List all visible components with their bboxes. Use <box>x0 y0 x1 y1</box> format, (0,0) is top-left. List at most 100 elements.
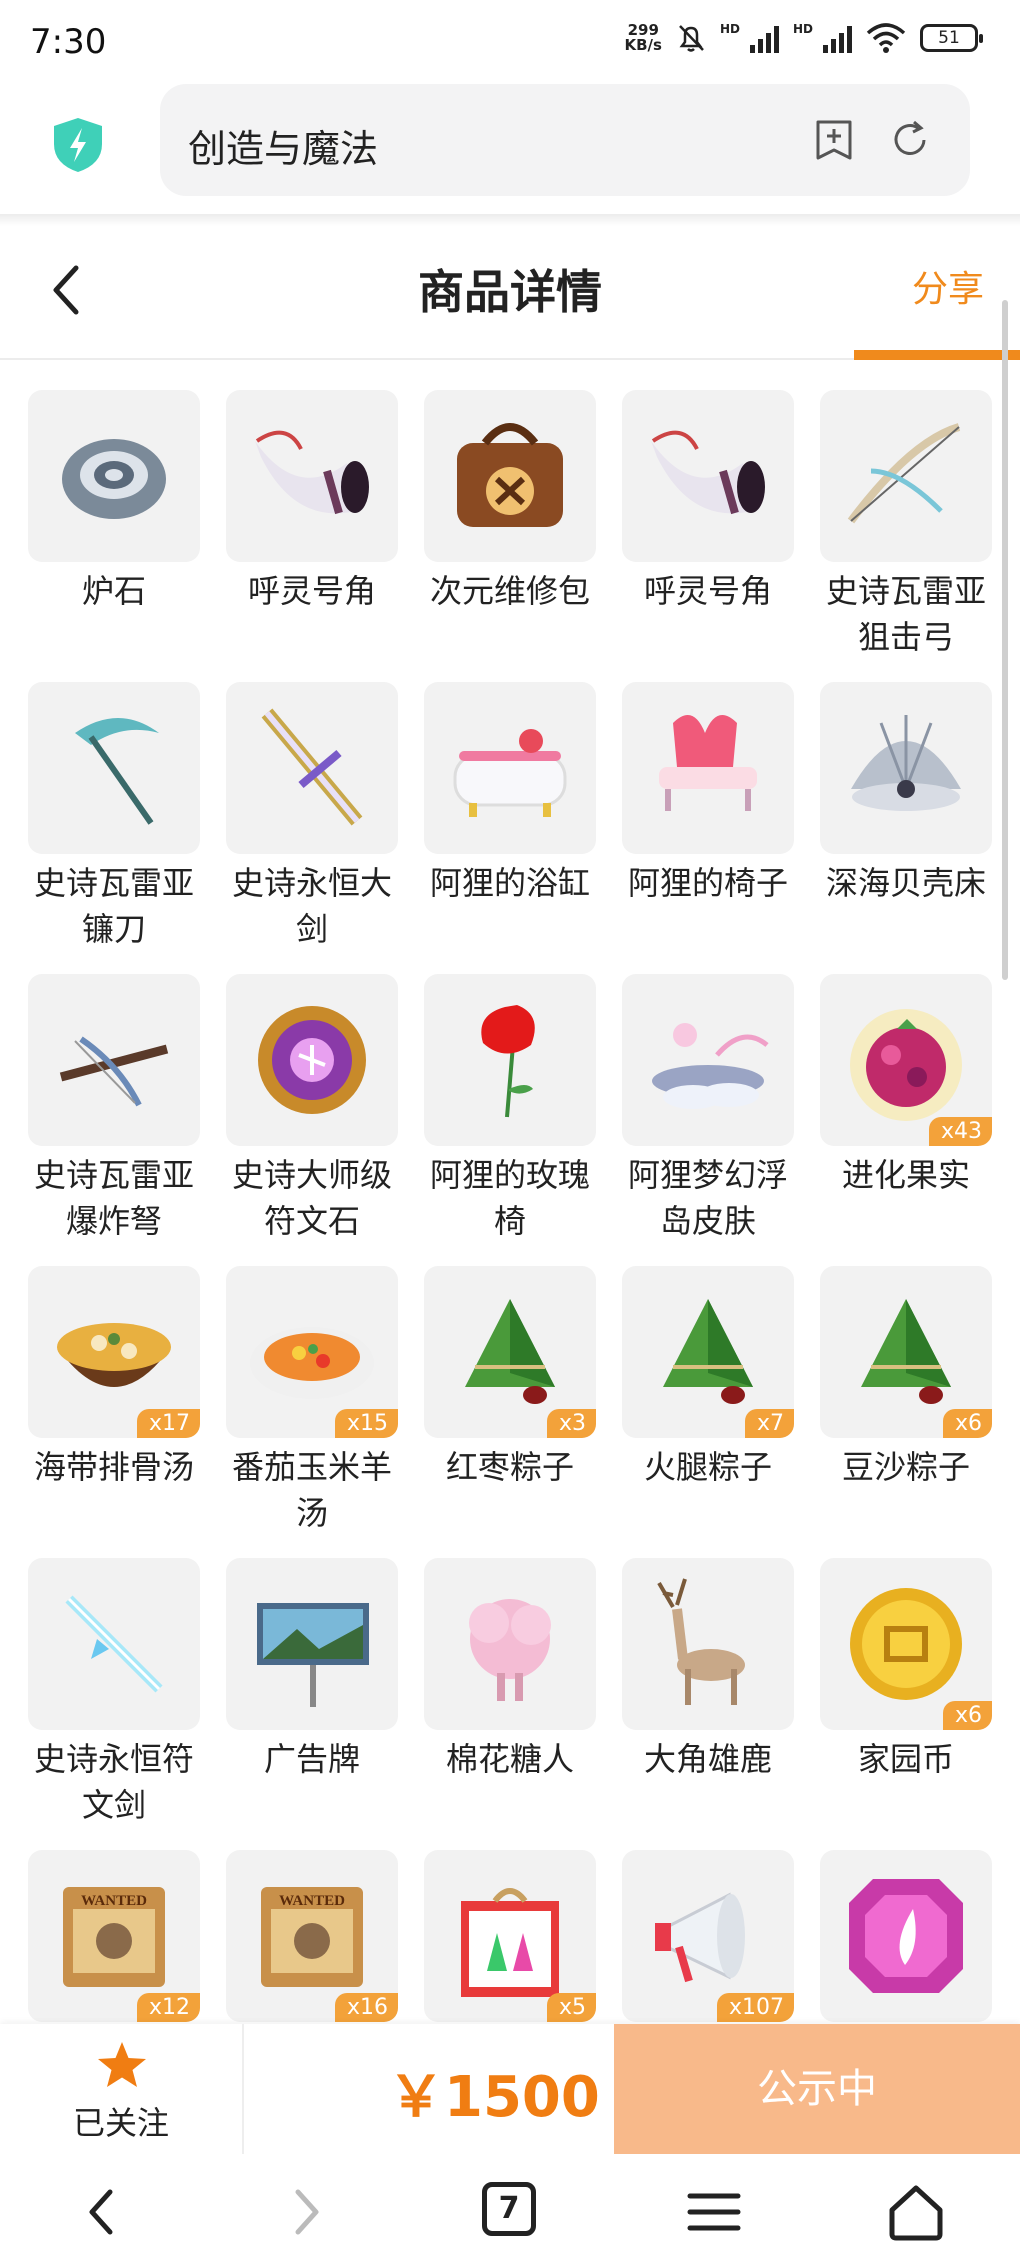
zongzi-icon <box>465 1299 555 1404</box>
battery-indicator: 51 <box>920 24 983 52</box>
item-card[interactable]: 阿狸的玫瑰椅 <box>424 974 596 1266</box>
page-title: 商品详情 <box>418 265 602 319</box>
item-thumbnail <box>424 682 596 854</box>
item-card[interactable]: 阿狸的浴缸 <box>424 682 596 974</box>
item-card[interactable]: 炉石 <box>28 390 200 682</box>
item-card[interactable]: 棉花糖人 <box>424 1558 596 1850</box>
network-speed: 299 KB/s <box>624 21 662 54</box>
item-name: 豆沙粽子 <box>841 1448 970 1486</box>
item-thumbnail <box>424 1558 596 1730</box>
home-icon[interactable] <box>886 2182 946 2242</box>
quantity-badge: x107 <box>716 1993 794 2022</box>
item-name: 大角雄鹿 <box>643 1740 772 1778</box>
item-card[interactable]: 阿狸的椅子 <box>622 682 794 974</box>
quantity-badge: x6 <box>942 1409 992 1438</box>
quantity-badge: x15 <box>334 1409 398 1438</box>
mute-icon <box>679 25 704 52</box>
item-thumbnail: x5 <box>424 1850 596 2022</box>
quantity-badge: x17 <box>136 1409 200 1438</box>
item-name: 家园币 <box>857 1740 954 1778</box>
hearthstone-icon <box>62 439 166 519</box>
refresh-icon[interactable] <box>888 118 932 162</box>
wanted-label: WANTED <box>279 1893 345 1909</box>
island-icon <box>652 1023 769 1109</box>
item-name: 火腿粽子 <box>643 1448 772 1486</box>
item-name: 史诗瓦雷亚狙击弓 <box>825 572 986 656</box>
item-thumbnail: x107 <box>622 1850 794 2022</box>
item-thumbnail <box>28 682 200 854</box>
item-card[interactable]: 史诗瓦雷亚爆炸弩 <box>28 974 200 1266</box>
item-thumbnail: x6 <box>820 1558 992 1730</box>
item-card[interactable]: x43 进化果实 <box>820 974 992 1266</box>
signal-icon-2 <box>823 23 852 53</box>
item-name: 呼灵号角 <box>643 572 772 610</box>
item-thumbnail <box>622 682 794 854</box>
share-button[interactable]: 分享 <box>912 260 984 312</box>
item-thumbnail <box>622 1558 794 1730</box>
item-card[interactable]: 次元维修包 <box>424 390 596 682</box>
item-card[interactable]: 呼灵号角 <box>226 390 398 682</box>
item-card[interactable]: 史诗瓦雷亚狙击弓 <box>820 390 992 682</box>
star-icon <box>98 2042 146 2087</box>
signal-icon-1 <box>749 23 779 53</box>
item-card[interactable]: x6 家园币 <box>820 1558 992 1850</box>
item-name: 广告牌 <box>263 1740 360 1778</box>
item-thumbnail <box>820 682 992 854</box>
status-icons: 299 KB/s HD HD 51 <box>624 21 983 54</box>
item-card[interactable]: x7 火腿粽子 <box>622 1266 794 1558</box>
address-bar-text[interactable]: 创造与魔法 <box>188 118 378 173</box>
address-bar[interactable]: 创造与魔法 <box>160 84 970 196</box>
item-card[interactable]: x3 红枣粽子 <box>424 1266 596 1558</box>
item-card[interactable]: x17 海带排骨汤 <box>28 1266 200 1558</box>
item-card[interactable]: x15 番茄玉米羊汤 <box>226 1266 398 1558</box>
quantity-badge: x6 <box>942 1701 992 1730</box>
nav-forward-icon[interactable] <box>276 2182 336 2242</box>
publicity-status-button[interactable]: 公示中 <box>614 2024 1020 2154</box>
status-time: 7:30 <box>30 22 107 62</box>
item-card[interactable]: 深海贝壳床 <box>820 682 992 974</box>
hd-label-1: HD <box>719 22 740 36</box>
item-card[interactable]: 广告牌 <box>226 1558 398 1850</box>
quantity-badge: x43 <box>928 1117 992 1146</box>
berry-icon <box>850 1009 962 1121</box>
megaphone-icon <box>655 1892 745 1983</box>
quantity-badge: x5 <box>546 1993 596 2022</box>
menu-icon[interactable] <box>684 2182 744 2242</box>
item-name: 史诗瓦雷亚镰刀 <box>33 864 194 948</box>
nav-back-icon[interactable] <box>72 2182 132 2242</box>
follow-button[interactable]: 已关注 <box>0 2024 244 2154</box>
shield-lightning-icon[interactable] <box>52 116 104 174</box>
crossbow-icon <box>59 1036 169 1107</box>
item-card[interactable]: 大角雄鹿 <box>622 1558 794 1850</box>
item-card[interactable]: 史诗大师级符文石 <box>226 974 398 1266</box>
item-thumbnail: WANTED x12 <box>28 1850 200 2022</box>
item-grid: 炉石 呼灵号角 次元维修包 呼灵号角 史诗瓦雷亚狙击弓 史诗瓦雷亚镰刀 史诗永恒大剑 阿狸的浴… <box>28 390 994 2142</box>
crystal-sword-icon <box>65 1595 163 1693</box>
item-thumbnail: x3 <box>424 1266 596 1438</box>
item-name: 深海贝壳床 <box>825 864 986 902</box>
hd-label-2: HD <box>792 22 813 36</box>
item-card[interactable]: 史诗永恒大剑 <box>226 682 398 974</box>
sword-icon <box>261 708 363 826</box>
tabs-button[interactable]: 7 <box>482 2182 536 2236</box>
item-thumbnail: x7 <box>622 1266 794 1438</box>
bookmark-add-icon[interactable] <box>812 118 856 162</box>
status-bar: 7:30 299 KB/s HD HD 51 <box>0 0 1020 84</box>
item-card[interactable]: 史诗永恒符文剑 <box>28 1558 200 1850</box>
item-card[interactable]: 呼灵号角 <box>622 390 794 682</box>
item-card[interactable]: 阿狸梦幻浮岛皮肤 <box>622 974 794 1266</box>
item-thumbnail: x17 <box>28 1266 200 1438</box>
scrollbar[interactable] <box>1002 300 1008 980</box>
item-thumbnail: WANTED x16 <box>226 1850 398 2022</box>
repair-bag-icon <box>457 423 563 527</box>
item-thumbnail: x15 <box>226 1266 398 1438</box>
wifi-icon <box>866 23 906 53</box>
bathtub-icon <box>453 729 567 817</box>
item-card[interactable]: 史诗瓦雷亚镰刀 <box>28 682 200 974</box>
item-thumbnail <box>820 1850 992 2022</box>
item-name: 棉花糖人 <box>445 1740 574 1778</box>
item-thumbnail <box>820 390 992 562</box>
item-card[interactable]: x6 豆沙粽子 <box>820 1266 992 1558</box>
scythe-icon <box>75 718 159 825</box>
cotton-icon <box>469 1599 551 1701</box>
